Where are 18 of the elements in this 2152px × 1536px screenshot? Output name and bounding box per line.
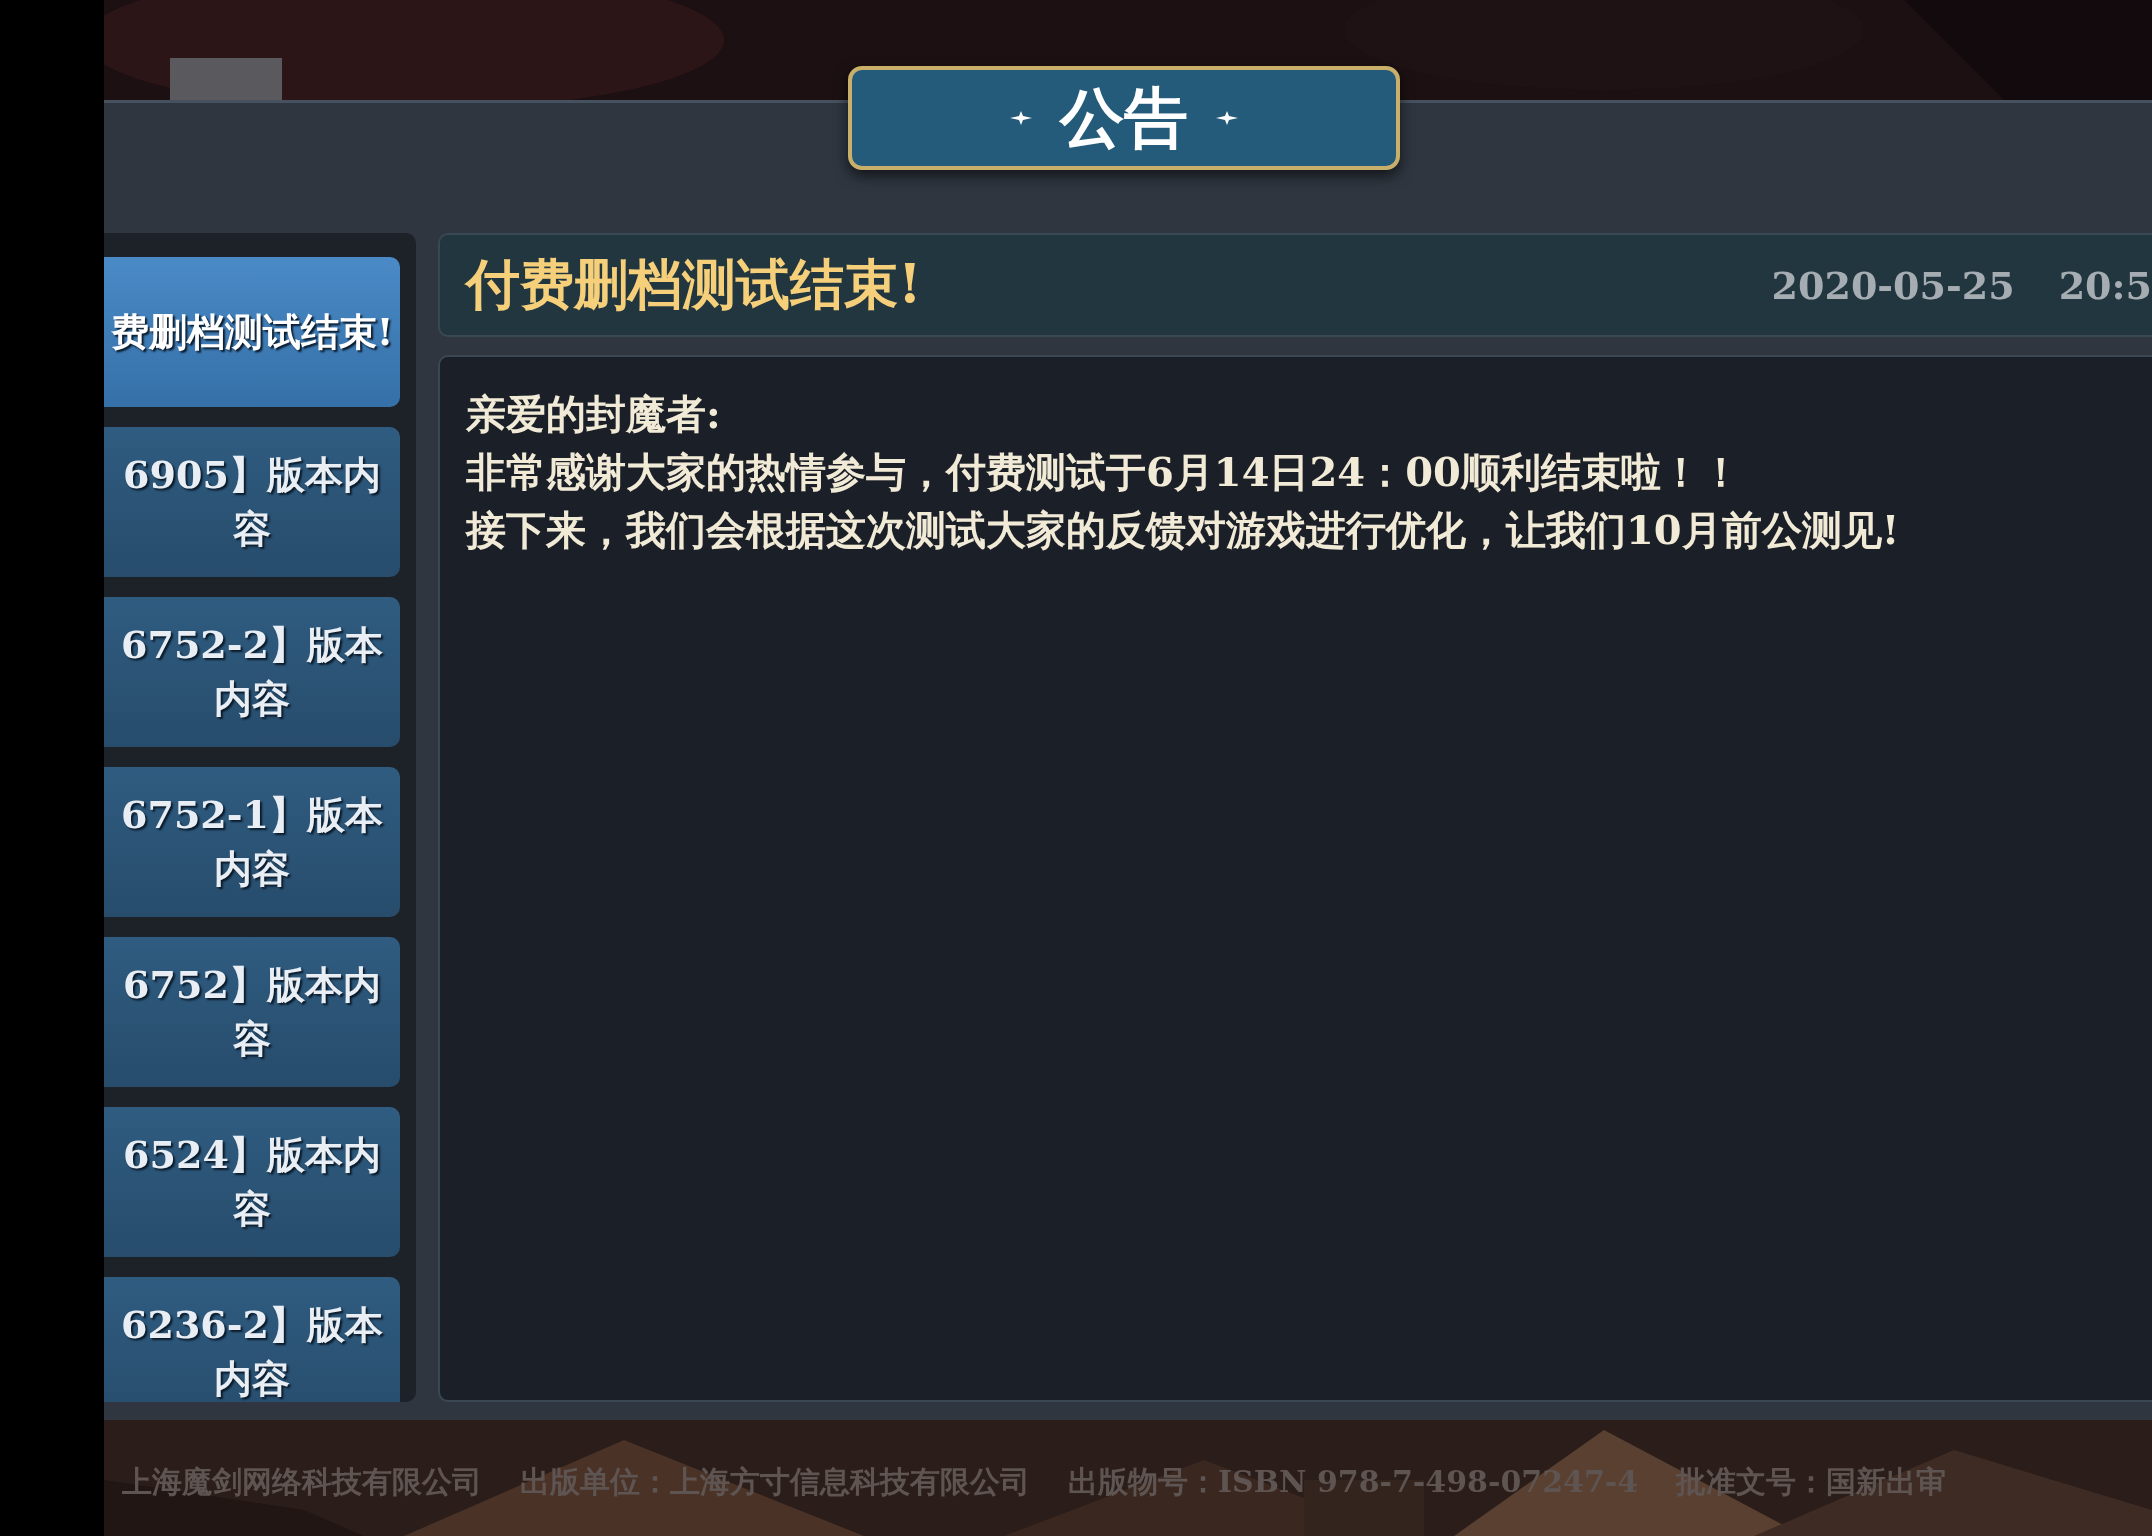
- notice-tab[interactable]: 6752-1】版本内容: [104, 767, 400, 917]
- notice-text: 非常感谢大家的热情参与，付费测试于6月14日24：00顺利结束啦！！: [466, 447, 1742, 497]
- notice-time: 20:5: [2058, 262, 2152, 308]
- notice-tab[interactable]: 6752】版本内容: [104, 937, 400, 1087]
- footer-text: 上海魔剑网络科技有限公司: [122, 1463, 482, 1501]
- notice-date: 2020-05-25: [1771, 262, 2015, 308]
- notice-tab[interactable]: 6905】版本内容: [104, 427, 400, 577]
- notice-title: 付费删档测试结束!: [466, 250, 923, 318]
- notice-tab[interactable]: 6752-2】版本内容: [104, 597, 400, 747]
- footer-text: 出版物号：ISBN 978-7-498-07247-4: [1068, 1463, 1639, 1501]
- sparkle-icon: [1216, 111, 1238, 125]
- notice-tab[interactable]: 6524】版本内容: [104, 1107, 400, 1257]
- notice-text: 接下来，我们会根据这次测试大家的反馈对游戏进行优化，让我们10月前公测见!: [466, 505, 1901, 555]
- notice-tab[interactable]: 费删档测试结束!: [104, 257, 400, 407]
- sparkle-icon: [1010, 111, 1032, 125]
- notice-tab[interactable]: 6236-2】版本内容: [104, 1277, 400, 1402]
- banner-title: 公告: [1060, 78, 1188, 157]
- notice-text: 亲爱的封魔者:: [466, 389, 722, 439]
